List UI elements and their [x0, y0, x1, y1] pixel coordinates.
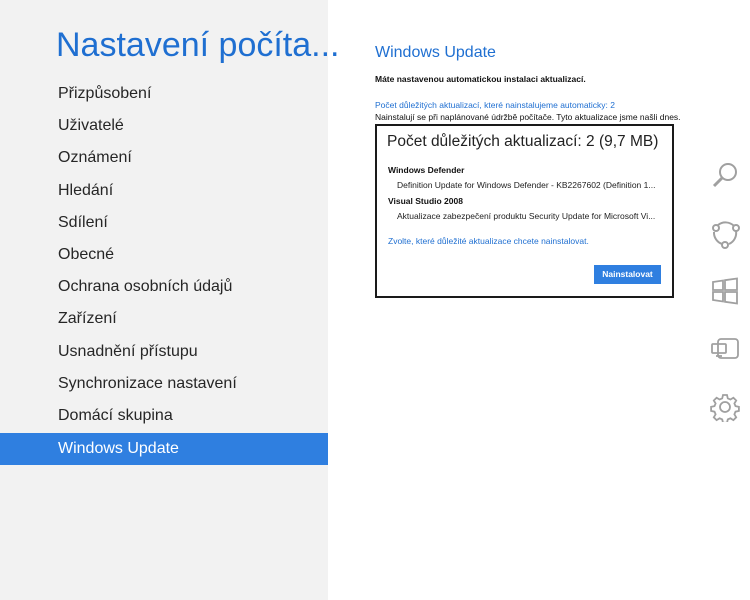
nav-item-homegroup[interactable]: Domácí skupina	[0, 400, 328, 432]
nav-item-windows-update[interactable]: Windows Update	[0, 433, 328, 466]
choose-updates-link[interactable]: Zvolte, které důležité aktualizace chcet…	[388, 236, 589, 246]
update-status-text: Máte nastavenou automatickou instalaci a…	[375, 74, 586, 84]
nav-item-ease-of-access[interactable]: Usnadnění přístupu	[0, 336, 328, 368]
update-item-windows-defender[interactable]: Definition Update for Windows Defender -…	[397, 180, 659, 190]
update-item-visual-studio[interactable]: Aktualizace zabezpečení produktu Securit…	[397, 211, 659, 221]
update-group-name: Visual Studio 2008	[388, 196, 463, 206]
settings-nav: Přizpůsobení Uživatelé Oznámení Hledání …	[0, 78, 328, 466]
charm-share[interactable]	[706, 216, 744, 254]
nav-item-general[interactable]: Obecné	[0, 239, 328, 271]
share-icon	[709, 217, 741, 254]
search-icon	[710, 160, 740, 195]
nav-item-privacy[interactable]: Ochrana osobních údajů	[0, 271, 328, 303]
nav-item-sync-settings[interactable]: Synchronizace nastavení	[0, 368, 328, 400]
pc-settings-title: Nastavení počíta...	[56, 26, 340, 64]
nav-item-devices[interactable]: Zařízení	[0, 303, 328, 335]
dialog-heading: Počet důležitých aktualizací: 2 (9,7 MB)	[387, 133, 659, 150]
charm-devices[interactable]	[706, 332, 744, 370]
update-group-name: Windows Defender	[388, 165, 465, 175]
devices-icon	[709, 334, 741, 369]
nav-item-users[interactable]: Uživatelé	[0, 110, 328, 142]
important-updates-dialog: Počet důležitých aktualizací: 2 (9,7 MB)…	[375, 124, 674, 298]
install-button[interactable]: Nainstalovat	[594, 265, 661, 284]
nav-item-personalization[interactable]: Přizpůsobení	[0, 78, 328, 110]
windows-update-title: Windows Update	[375, 44, 496, 61]
nav-item-notifications[interactable]: Oznámení	[0, 142, 328, 174]
charm-settings[interactable]	[706, 390, 744, 428]
install-info-text: Nainstalují se při naplánované údržbě po…	[375, 112, 681, 122]
nav-item-search[interactable]: Hledání	[0, 175, 328, 207]
windows-start-icon	[710, 276, 740, 311]
settings-left-pane: Nastavení počíta... Přizpůsobení Uživate…	[0, 0, 340, 600]
important-updates-link[interactable]: Počet důležitých aktualizací, které nain…	[375, 100, 615, 110]
settings-gear-icon	[710, 392, 740, 427]
nav-item-share[interactable]: Sdílení	[0, 207, 328, 239]
charm-start[interactable]	[706, 274, 744, 312]
charm-search[interactable]	[706, 158, 744, 196]
